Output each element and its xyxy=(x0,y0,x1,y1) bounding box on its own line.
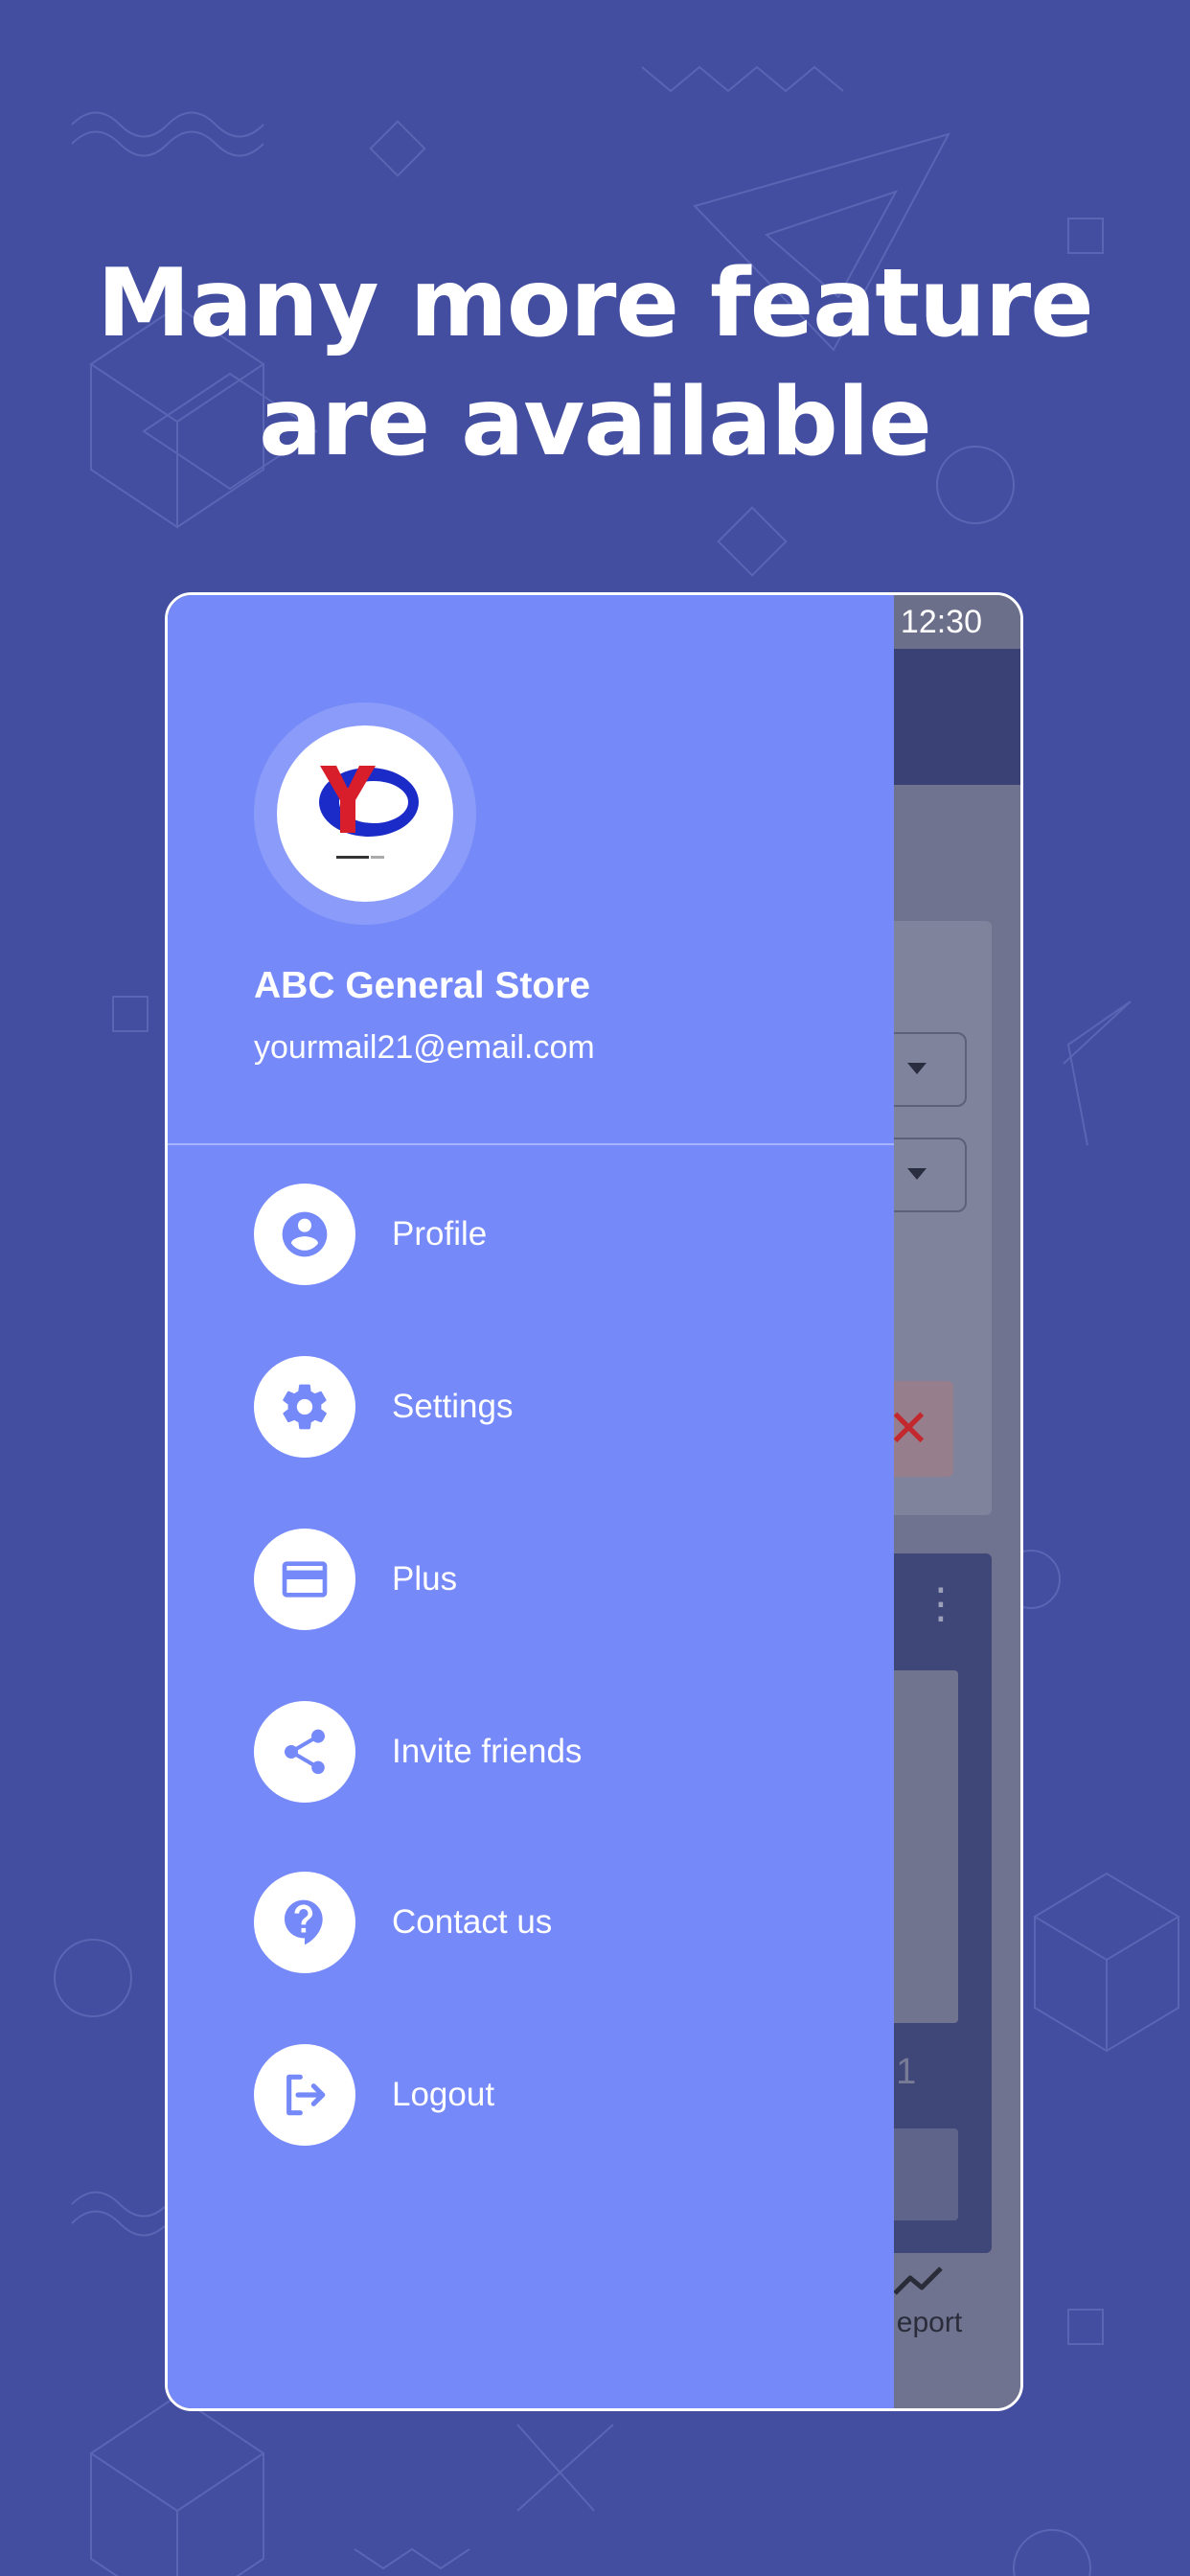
credit-card-icon xyxy=(254,1529,355,1630)
menu-item-label: Invite friends xyxy=(392,1733,583,1770)
menu-item-logout[interactable]: Logout xyxy=(254,2044,829,2146)
menu-item-label: Settings xyxy=(392,1388,514,1425)
status-time: 12:30 xyxy=(900,604,982,640)
menu-item-label: Logout xyxy=(392,2076,495,2113)
menu-item-label: Profile xyxy=(392,1215,488,1253)
trend-line-icon xyxy=(893,2266,943,2295)
dropdown-arrow-icon xyxy=(907,1168,927,1180)
share-icon xyxy=(254,1701,355,1803)
menu-item-profile[interactable]: Profile xyxy=(254,1184,829,1285)
menu-item-invite-friends[interactable]: Invite friends xyxy=(254,1701,829,1803)
drawer-divider xyxy=(168,1143,894,1145)
store-name: ABC General Store xyxy=(254,965,591,1006)
headline-line-2: are available xyxy=(259,368,932,477)
phone-frame: 12:30 ✕ ⋮ y: 1 eport ABC General Store y… xyxy=(165,592,1023,2411)
store-email: yourmail21@email.com xyxy=(254,1029,595,1066)
menu-item-settings[interactable]: Settings xyxy=(254,1356,829,1458)
more-vertical-icon[interactable]: ⋮ xyxy=(920,1583,962,1625)
account-circle-icon xyxy=(254,1184,355,1285)
menu-item-contact-us[interactable]: Contact us xyxy=(254,1872,829,1973)
dropdown-arrow-icon xyxy=(907,1063,927,1074)
avatar[interactable] xyxy=(277,725,453,902)
headline: Many more feature are available xyxy=(0,244,1190,482)
logout-icon xyxy=(254,2044,355,2146)
yd-logo-icon xyxy=(319,766,419,859)
gear-icon xyxy=(254,1356,355,1458)
help-bubble-icon xyxy=(254,1872,355,1973)
menu-item-label: Contact us xyxy=(392,1903,553,1941)
menu-item-label: Plus xyxy=(392,1560,458,1598)
navigation-drawer: ABC General Store yourmail21@email.com P… xyxy=(168,595,894,2408)
menu-item-plus[interactable]: Plus xyxy=(254,1529,829,1630)
headline-line-1: Many more feature xyxy=(97,249,1093,358)
